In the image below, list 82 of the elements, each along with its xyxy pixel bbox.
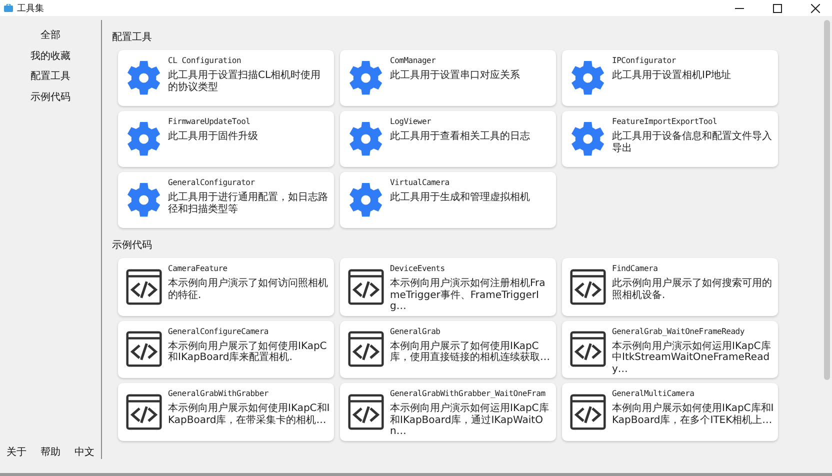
card-description: 本示例向用户演示如何注册相机FrameTrigger事件、FrameTriggerIg…	[390, 278, 546, 312]
sample-card[interactable]: DeviceEvents 本示例向用户演示如何注册相机FrameTrigger事件、FrameTriggerIg…	[340, 258, 556, 316]
tool-card[interactable]: IPConfigurator 此工具用于设置相机IP地址	[562, 50, 778, 106]
code-window-icon	[348, 268, 384, 305]
card-title: ComManager	[390, 56, 437, 65]
card-description: 此工具用于设备信息和配置文件导入导出	[612, 131, 773, 154]
footer-link[interactable]: 中文	[74, 445, 94, 459]
card-description: 本示例向用户展示如何使用IKapC和IKapBoard库，在带采集卡的相机…	[168, 403, 330, 426]
card-title: GeneralGrabWithGrabber_WaitOneFram	[390, 389, 546, 398]
card-description: 此工具用于查看相关工具的日志	[390, 131, 530, 142]
section-title: 配置工具	[112, 30, 153, 44]
gear-icon	[348, 121, 384, 157]
code-window-icon	[126, 268, 162, 305]
sidebar-item[interactable]: 配置工具	[30, 67, 70, 88]
tool-card[interactable]: ComManager 此工具用于设置串口对应关系	[340, 50, 556, 106]
sample-card[interactable]: GeneralConfigureCamera 本示例向用户展示了如何使用IKapC和IKapBoard库来配置相机.	[118, 320, 334, 378]
sample-card[interactable]: CameraFeature 本示例向用户演示了如何访问照相机的特征.	[118, 258, 334, 316]
card-title: FindCamera	[612, 264, 659, 273]
card-description: 本示例向用户演示如何运用IKapC库中ItkStreamWaitOneFrameReady…	[612, 340, 772, 375]
tool-card[interactable]: FeatureImportExportTool 此工具用于设备信息和配置文件导入导出	[562, 111, 778, 167]
sidebar-item[interactable]: 示例代码	[30, 88, 70, 108]
gear-icon	[570, 121, 606, 157]
card-description: 本示例向用户展示了如何使用IKapC和IKapBoard库来配置相机.	[168, 340, 328, 364]
section-title: 示例代码	[112, 239, 153, 252]
card-title: GeneralGrab_WaitOneFrameReady	[612, 326, 746, 336]
card-description: 本示例向用户演示了如何访问照相机的特征.	[168, 278, 329, 301]
card-title: GeneralMultiCamera	[612, 389, 696, 398]
code-window-icon	[348, 331, 384, 368]
card-title: GeneralGrabWithGrabber	[168, 389, 270, 398]
card-title: DeviceEvents	[390, 264, 446, 273]
card-title: CameraFeature	[168, 264, 228, 273]
card-description: 本例向用户展示如何使用IKapC库和IKapBoard库，在多个ITEK相机上…	[612, 403, 774, 426]
sample-card[interactable]: GeneralGrab_WaitOneFrameReady 本示例向用户演示如何运用IKapC库中ItkStreamWaitOneFrameReady…	[562, 320, 778, 378]
card-title: VirtualCamera	[390, 178, 450, 187]
maximize-icon[interactable]	[772, 4, 782, 12]
card-title: LogViewer	[390, 117, 432, 126]
sample-card[interactable]: FindCamera 此示例向用户展示了如何搜索可用的照相机设备.	[562, 258, 778, 316]
gear-icon	[348, 182, 384, 218]
footer-link[interactable]: 帮助	[40, 445, 60, 459]
card-title: CL Configuration	[168, 56, 242, 65]
card-description: 此示例向用户展示了如何搜索可用的照相机设备.	[612, 278, 773, 301]
card-description: 此工具用于设置扫描CL相机时使用的协议类型	[168, 70, 322, 93]
toolbox-icon	[4, 4, 13, 12]
card-description: 此工具用于进行通用配置，如日志路径和扫描类型等	[168, 192, 329, 215]
code-window-icon	[348, 394, 384, 430]
card-title: IPConfigurator	[612, 56, 677, 65]
card-description: 此工具用于设置相机IP地址	[612, 70, 731, 82]
tool-card[interactable]: FirmwareUpdateTool 此工具用于固件升级	[118, 111, 334, 167]
gear-icon	[126, 121, 162, 157]
tool-card[interactable]: VirtualCamera 此工具用于生成和管理虚拟相机	[340, 172, 556, 228]
code-window-icon	[126, 394, 162, 430]
card-title: FirmwareUpdateTool	[168, 117, 252, 126]
window-title: 工具集	[17, 2, 45, 14]
scrollbar-thumb[interactable]	[824, 20, 830, 380]
sample-card[interactable]: GeneralMultiCamera 本例向用户展示如何使用IKapC库和IKapBoard库，在多个ITEK相机上…	[562, 383, 778, 440]
sample-card[interactable]: GeneralGrabWithGrabber 本示例向用户展示如何使用IKapC和IKapBoard库，在带采集卡的相机…	[118, 383, 334, 440]
card-title: GeneralConfigurator	[168, 178, 256, 187]
sidebar-item[interactable]: 全部	[40, 26, 60, 46]
card-description: 此工具用于固件升级	[168, 131, 258, 142]
tool-card[interactable]: GeneralConfigurator 此工具用于进行通用配置，如日志路径和扫描类型等	[118, 172, 334, 228]
card-description: 此工具用于设置串口对应关系	[390, 70, 520, 82]
card-description: 此工具用于生成和管理虚拟相机	[390, 192, 530, 204]
code-window-icon	[570, 394, 606, 430]
gear-icon	[126, 60, 162, 96]
code-window-icon	[570, 268, 606, 305]
tool-card[interactable]: LogViewer 此工具用于查看相关工具的日志	[340, 111, 556, 167]
sample-card[interactable]: GeneralGrabWithGrabber_WaitOneFram 本示例向用户演示如何运用IKapC库和IKapBoard库，通过IKapWaitOn…	[340, 383, 556, 440]
card-title: FeatureImportExportTool	[612, 117, 718, 126]
sidebar-item[interactable]: 我的收藏	[30, 46, 70, 67]
sample-card[interactable]: GeneralGrab 本例向用户展示了如何使用IKapC库，使用直接链接的相机连续获取…	[340, 320, 556, 378]
tool-card[interactable]: CL Configuration 此工具用于设置扫描CL相机时使用的协议类型	[118, 50, 334, 106]
gear-icon	[348, 60, 384, 96]
code-window-icon	[126, 331, 162, 368]
card-description: 本例向用户展示了如何使用IKapC库，使用直接链接的相机连续获取…	[390, 340, 551, 364]
card-title: GeneralConfigureCamera	[168, 326, 270, 336]
footer-link[interactable]: 关于	[6, 445, 26, 459]
card-title: GeneralGrab	[390, 326, 442, 336]
gear-icon	[126, 182, 162, 218]
card-description: 本示例向用户演示如何运用IKapC库和IKapBoard库，通过IKapWaitOn…	[390, 403, 550, 438]
code-window-icon	[570, 331, 606, 368]
close-icon[interactable]	[810, 4, 820, 12]
gear-icon	[570, 60, 606, 96]
